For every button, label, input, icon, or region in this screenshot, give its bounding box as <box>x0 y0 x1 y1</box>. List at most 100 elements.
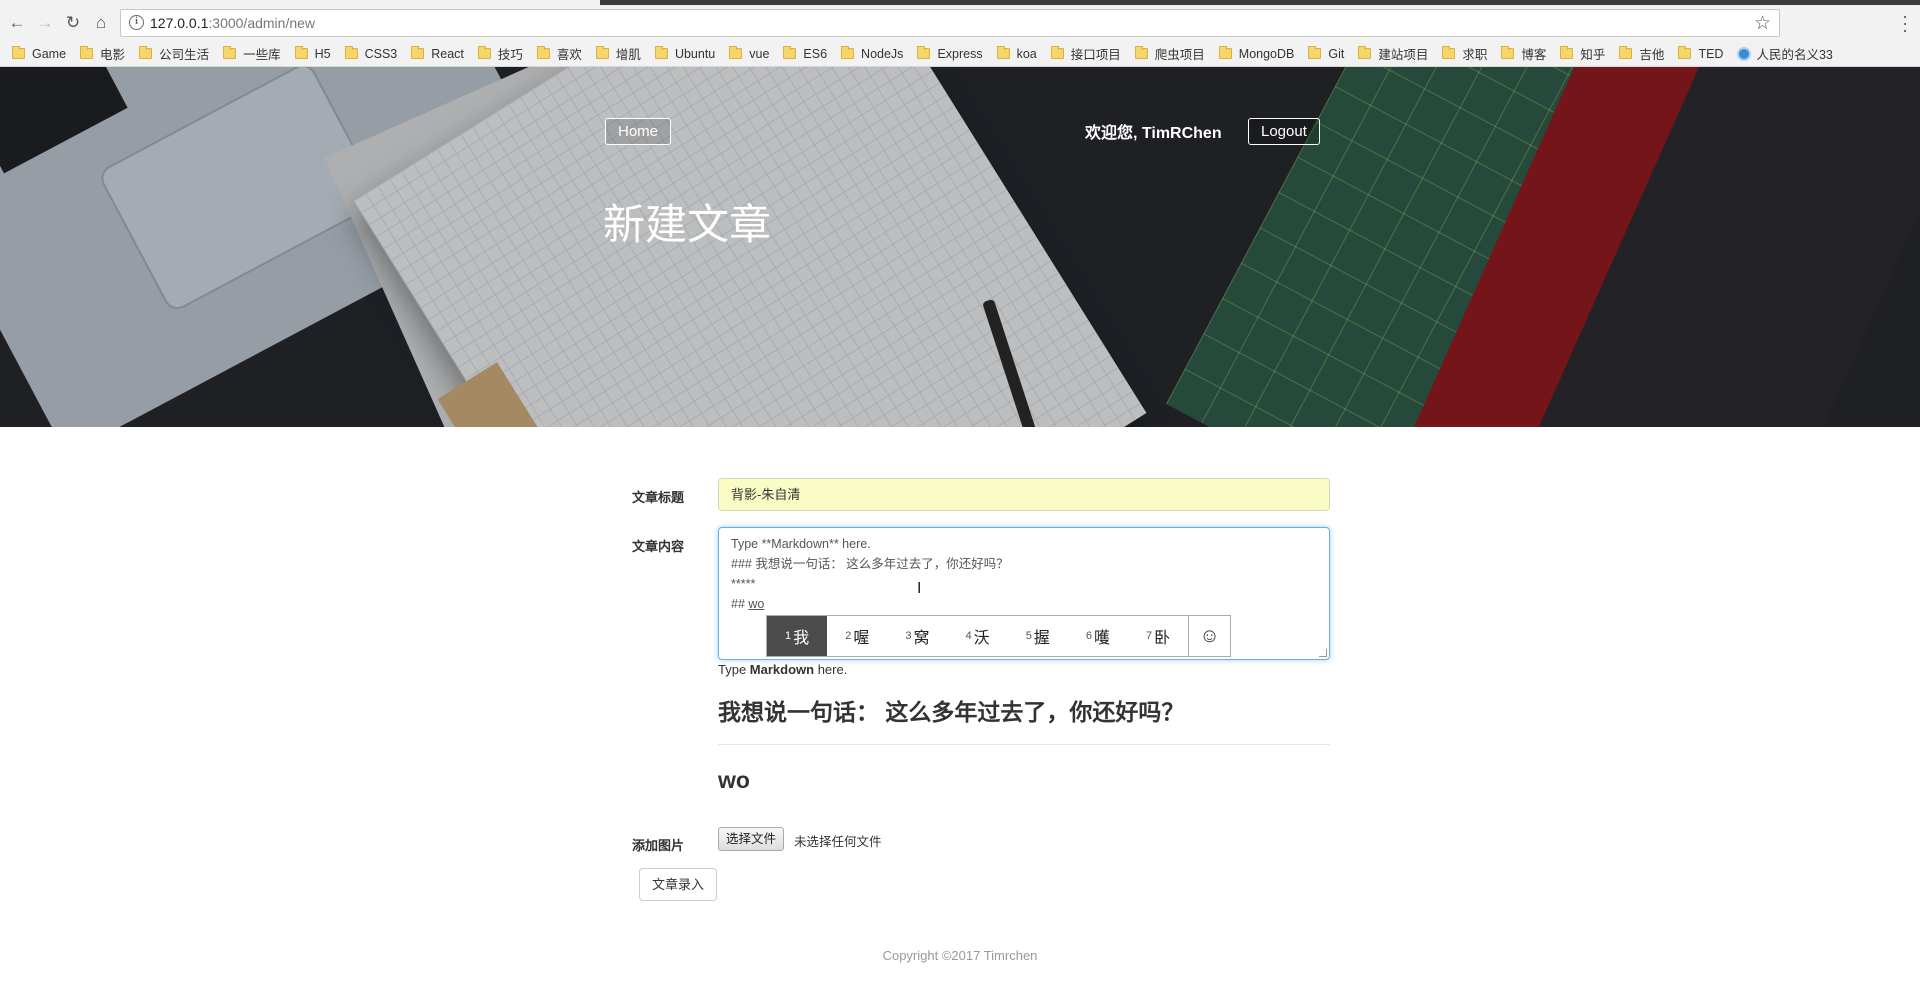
folder-icon <box>1134 46 1148 59</box>
bookmark-item[interactable]: TED <box>1678 46 1723 61</box>
folder-icon <box>344 46 358 59</box>
bookmark-item[interactable]: 知乎 <box>1560 44 1605 63</box>
bookmark-label: Express <box>937 46 983 61</box>
address-bar[interactable]: i 127.0.0.1:3000/admin/new ☆ <box>120 9 1780 37</box>
bookmark-item[interactable]: 电影 <box>80 44 125 63</box>
content-line: Type **Markdown** here. <box>731 537 871 551</box>
bookmark-label: 知乎 <box>1580 48 1606 62</box>
copyright-text: Copyright ©2017 Timrchen <box>882 948 1038 963</box>
bookmark-item[interactable]: Game <box>12 46 66 61</box>
ime-candidate[interactable]: 3窝 <box>887 616 947 656</box>
content-current-line: ## wo <box>731 594 1317 614</box>
bookmark-label: 爬虫项目 <box>1154 48 1205 62</box>
bookmark-item[interactable]: NodeJs <box>841 46 903 61</box>
hero-overlay <box>0 67 1920 427</box>
submit-article-button[interactable]: 文章录入 <box>639 868 718 901</box>
ime-candidate-number: 6 <box>1085 630 1092 642</box>
logout-button[interactable]: Logout <box>1248 118 1320 145</box>
bookmark-item[interactable]: Git <box>1308 46 1344 61</box>
bookmark-item[interactable]: CSS3 <box>344 46 397 61</box>
preview-text-prefix: Type <box>718 662 750 677</box>
url-text[interactable]: 127.0.0.1:3000/admin/new <box>150 15 315 31</box>
ime-candidate[interactable]: 1我 <box>767 616 828 656</box>
content-lines: Type **Markdown** here. ### 我想说一句话： 这么多年过… <box>731 534 1317 594</box>
ime-candidate[interactable]: 5握 <box>1008 616 1068 656</box>
folder-icon <box>729 46 743 59</box>
bookmark-item[interactable]: 博客 <box>1501 44 1546 63</box>
folder-icon <box>595 46 609 59</box>
ime-candidate-number: 3 <box>905 630 912 642</box>
bookmark-item[interactable]: 技巧 <box>477 44 523 63</box>
bookmark-item[interactable]: koa <box>996 46 1037 61</box>
ime-candidate-number: 4 <box>965 630 972 642</box>
site-globe-icon <box>1737 46 1752 61</box>
ime-candidate[interactable]: 7卧 <box>1128 616 1188 656</box>
bookmark-item[interactable]: 一些库 <box>223 44 281 63</box>
ime-candidate-char: 窝 <box>913 630 930 647</box>
ime-candidate-char: 握 <box>1033 630 1050 647</box>
bookmark-item[interactable]: 人民的名义33 <box>1737 44 1833 63</box>
bookmark-item[interactable]: 公司生活 <box>139 44 209 63</box>
bookmarks-bar: Game 电影 公司生活 一些库 H5 CSS3 React 技巧 喜欢 增肌 Ubuntu vue E… <box>0 41 1920 67</box>
preview-bold-text: Markdown <box>749 662 815 677</box>
bookmark-label: 建站项目 <box>1378 48 1429 62</box>
bookmark-item[interactable]: 增肌 <box>595 44 641 63</box>
forward-arrow-icon[interactable]: → <box>34 12 56 34</box>
reload-icon[interactable]: ↻ <box>62 12 84 34</box>
bookmark-item[interactable]: vue <box>729 46 769 61</box>
site-info-icon[interactable]: i <box>129 15 144 30</box>
resize-grip-icon[interactable] <box>1319 649 1327 657</box>
folder-icon <box>223 46 237 59</box>
bookmark-item[interactable]: React <box>411 46 464 61</box>
bookmark-item[interactable]: MongoDB <box>1218 46 1295 61</box>
home-button[interactable]: Home <box>605 118 672 145</box>
bookmark-label: 求职 <box>1462 48 1488 62</box>
ime-candidate[interactable]: 6嚄 <box>1068 616 1128 656</box>
bookmark-item[interactable]: Express <box>917 46 983 61</box>
bookmark-label: 人民的名义33 <box>1756 48 1833 62</box>
folder-icon <box>477 46 491 59</box>
home-icon[interactable]: ⌂ <box>90 12 112 34</box>
choose-file-button[interactable]: 选择文件 <box>718 827 785 851</box>
ime-candidate-number: 2 <box>845 630 852 642</box>
browser-menu-icon[interactable]: · · · <box>1898 7 1912 39</box>
bookmark-item[interactable]: 建站项目 <box>1358 44 1428 63</box>
image-label: 添加图片 <box>632 838 685 853</box>
preview-heading-2: wo <box>718 767 750 793</box>
preview-divider <box>718 744 1330 745</box>
bookmark-item[interactable]: 接口项目 <box>1050 44 1121 63</box>
bookmark-star-icon[interactable]: ☆ <box>1754 12 1771 35</box>
ime-candidate[interactable]: 2喔 <box>827 616 887 656</box>
folder-icon <box>1442 46 1456 59</box>
ime-candidate-number: 7 <box>1146 630 1153 642</box>
bookmark-item[interactable]: H5 <box>294 46 331 61</box>
bookmark-label: koa <box>1016 46 1037 61</box>
bookmark-item[interactable]: Ubuntu <box>654 46 715 61</box>
emoji-icon[interactable]: ☺ <box>1188 616 1230 656</box>
bookmark-item[interactable]: 求职 <box>1442 44 1487 63</box>
text-cursor-icon: I <box>917 580 922 597</box>
bookmark-item[interactable]: 吉他 <box>1619 44 1664 63</box>
bookmark-item[interactable]: 爬虫项目 <box>1134 44 1205 63</box>
page-title: 新建文章 <box>603 201 772 248</box>
content-line: ### 我想说一句话： 这么多年过去了，你还好吗？ <box>731 557 1009 571</box>
ime-candidate[interactable]: 4沃 <box>948 616 1008 656</box>
title-label: 文章标题 <box>632 490 685 505</box>
folder-icon <box>841 46 855 59</box>
folder-icon <box>294 46 308 59</box>
bookmark-label: 吉他 <box>1639 48 1665 62</box>
bookmark-label: 公司生活 <box>159 48 210 62</box>
back-arrow-icon[interactable]: ← <box>6 12 28 34</box>
content-line-prefix: ## <box>731 597 749 611</box>
bookmark-item[interactable]: 喜欢 <box>536 44 582 63</box>
folder-icon <box>139 46 153 59</box>
title-input[interactable]: 背影-朱自清 <box>718 478 1330 511</box>
folder-icon <box>1050 46 1064 59</box>
ime-candidate-char: 沃 <box>973 630 990 647</box>
folder-icon <box>12 46 25 59</box>
bookmark-item[interactable]: ES6 <box>783 46 827 61</box>
browser-toolbar: ← → ↻ ⌂ i 127.0.0.1:3000/admin/new ☆ · · · <box>0 5 1920 41</box>
bookmark-label: 接口项目 <box>1070 48 1121 62</box>
folder-icon <box>783 46 797 59</box>
bookmark-label: MongoDB <box>1238 46 1295 61</box>
